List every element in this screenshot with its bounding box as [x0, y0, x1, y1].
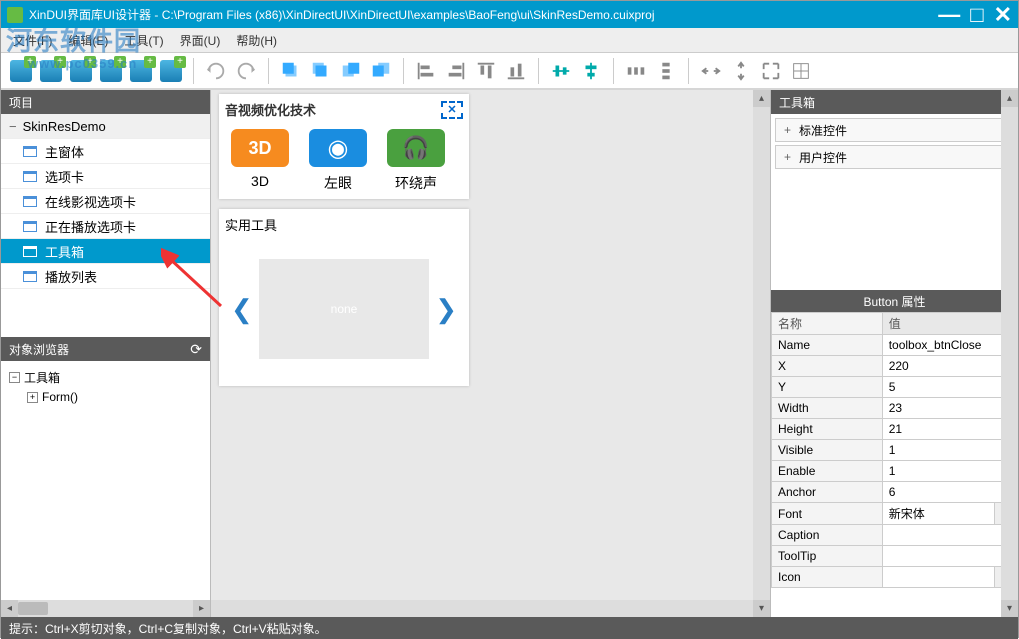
right-v-scrollbar[interactable]: ▴▾ — [1001, 90, 1018, 617]
window-titlebar: XinDUI界面库UI设计器 - C:\Program Files (x86)\… — [1, 1, 1018, 28]
menu-file[interactable]: 文件(F) — [5, 32, 60, 49]
project-root[interactable]: −SkinResDemo — [1, 114, 210, 139]
center-v-button[interactable] — [577, 57, 605, 85]
same-height-button[interactable] — [727, 57, 755, 85]
prop-row-anchor[interactable]: Anchor6 — [772, 482, 1018, 503]
object-tree: −工具箱 +Form() — [1, 361, 210, 413]
design-canvas-area: 音视频优化技术 ✕ 3D3D◉左眼🎧环绕声 实用工具 ❮ none ❯ ▴▾ — [211, 90, 770, 617]
menu-edit[interactable]: 编辑(E) — [60, 32, 116, 49]
status-bar: 提示：Ctrl+X剪切对象，Ctrl+C复制对象，Ctrl+V粘贴对象。 — [1, 617, 1018, 639]
toolbox-header: 工具箱 — [771, 90, 1018, 114]
align-bottom-button[interactable] — [502, 57, 530, 85]
app-icon — [7, 7, 23, 23]
prop-row-height[interactable]: Height21 — [772, 419, 1018, 440]
redo-button[interactable] — [232, 57, 260, 85]
carousel-prev[interactable]: ❮ — [225, 294, 259, 325]
layer-1-button[interactable] — [277, 57, 305, 85]
selected-close-button[interactable]: ✕ — [441, 101, 463, 119]
project-item-5[interactable]: 播放列表 — [1, 264, 210, 289]
prop-col-value: 值 — [882, 313, 1017, 335]
same-size-button[interactable] — [757, 57, 785, 85]
close-button[interactable]: ✕ — [994, 2, 1012, 28]
design-icon-surround[interactable]: 🎧环绕声 — [381, 129, 451, 193]
menu-view[interactable]: 界面(U) — [172, 32, 229, 49]
prop-col-name: 名称 — [772, 313, 883, 335]
menubar: 文件(F) 编辑(E) 工具(T) 界面(U) 帮助(H) — [1, 28, 1018, 52]
left-h-scrollbar[interactable]: ◂ ▸ — [1, 600, 210, 617]
window-title: XinDUI界面库UI设计器 - C:\Program Files (x86)\… — [29, 6, 938, 23]
layer-3-button[interactable] — [337, 57, 365, 85]
project-item-0[interactable]: 主窗体 — [1, 139, 210, 164]
property-panel-header: Button 属性 — [771, 290, 1018, 312]
toolbox-category-1[interactable]: +用户控件 — [775, 145, 1014, 169]
new-file2-button[interactable] — [37, 57, 65, 85]
right-panel: 工具箱 +标准控件 +用户控件 Button 属性 名称 值 Nametoolbo… — [770, 90, 1018, 617]
maximize-button[interactable]: □ — [970, 2, 983, 28]
design-panel-av: 音视频优化技术 ✕ 3D3D◉左眼🎧环绕声 — [219, 94, 469, 199]
prop-row-font[interactable]: Font新宋体... — [772, 503, 1018, 525]
project-item-3[interactable]: 正在播放选项卡 — [1, 214, 210, 239]
property-table: 名称 值 Nametoolbox_btnCloseX220Y5Width23He… — [771, 312, 1018, 588]
minimize-button[interactable]: — — [938, 2, 960, 28]
align-left-button[interactable] — [412, 57, 440, 85]
new-file3-button[interactable] — [67, 57, 95, 85]
left-panel: 项目 −SkinResDemo 主窗体选项卡在线影视选项卡正在播放选项卡工具箱播… — [1, 90, 211, 617]
prop-row-x[interactable]: X220 — [772, 356, 1018, 377]
center-h-button[interactable] — [547, 57, 575, 85]
menu-help[interactable]: 帮助(H) — [228, 32, 285, 49]
object-browser-header: 对象浏览器 ⟳ — [1, 337, 210, 361]
prop-row-tooltip[interactable]: ToolTip — [772, 546, 1018, 567]
prop-row-icon[interactable]: Icon... — [772, 567, 1018, 588]
prop-row-enable[interactable]: Enable1 — [772, 461, 1018, 482]
undo-button[interactable] — [202, 57, 230, 85]
prop-row-visible[interactable]: Visible1 — [772, 440, 1018, 461]
project-panel-header: 项目 — [1, 90, 210, 114]
prop-row-caption[interactable]: Caption — [772, 525, 1018, 546]
prop-row-width[interactable]: Width23 — [772, 398, 1018, 419]
design-icon-eye[interactable]: ◉左眼 — [303, 129, 373, 193]
refresh-icon[interactable]: ⟳ — [190, 341, 202, 358]
prop-row-y[interactable]: Y5 — [772, 377, 1018, 398]
dist-v-button[interactable] — [652, 57, 680, 85]
layer-4-button[interactable] — [367, 57, 395, 85]
layer-2-button[interactable] — [307, 57, 335, 85]
prop-row-name[interactable]: Nametoolbox_btnClose — [772, 335, 1018, 356]
new-file-button[interactable] — [7, 57, 35, 85]
new-file6-button[interactable] — [157, 57, 185, 85]
menu-tool[interactable]: 工具(T) — [116, 32, 171, 49]
design-panel-title: 音视频优化技术 — [225, 100, 316, 119]
toolbox-body: +标准控件 +用户控件 — [771, 114, 1018, 176]
carousel-slide: none — [259, 259, 429, 359]
center-h-scrollbar[interactable] — [211, 600, 753, 617]
main-toolbar — [1, 52, 1018, 90]
project-tree: −SkinResDemo 主窗体选项卡在线影视选项卡正在播放选项卡工具箱播放列表 — [1, 114, 210, 289]
align-top-button[interactable] — [472, 57, 500, 85]
obj-tree-form[interactable]: +Form() — [27, 387, 202, 407]
toolbox-category-0[interactable]: +标准控件 — [775, 118, 1014, 142]
new-file5-button[interactable] — [127, 57, 155, 85]
align-right-button[interactable] — [442, 57, 470, 85]
dist-h-button[interactable] — [622, 57, 650, 85]
design-icon-3d[interactable]: 3D3D — [225, 129, 295, 193]
design-panel-util: 实用工具 ❮ none ❯ — [219, 209, 469, 386]
project-item-2[interactable]: 在线影视选项卡 — [1, 189, 210, 214]
obj-tree-root[interactable]: −工具箱 — [9, 367, 202, 387]
new-file4-button[interactable] — [97, 57, 125, 85]
carousel-next[interactable]: ❯ — [429, 294, 463, 325]
center-v-scrollbar[interactable]: ▴▾ — [753, 90, 770, 617]
util-title: 实用工具 — [225, 215, 463, 234]
same-width-button[interactable] — [697, 57, 725, 85]
project-item-4[interactable]: 工具箱 — [1, 239, 210, 264]
grid-button[interactable] — [787, 57, 815, 85]
project-item-1[interactable]: 选项卡 — [1, 164, 210, 189]
